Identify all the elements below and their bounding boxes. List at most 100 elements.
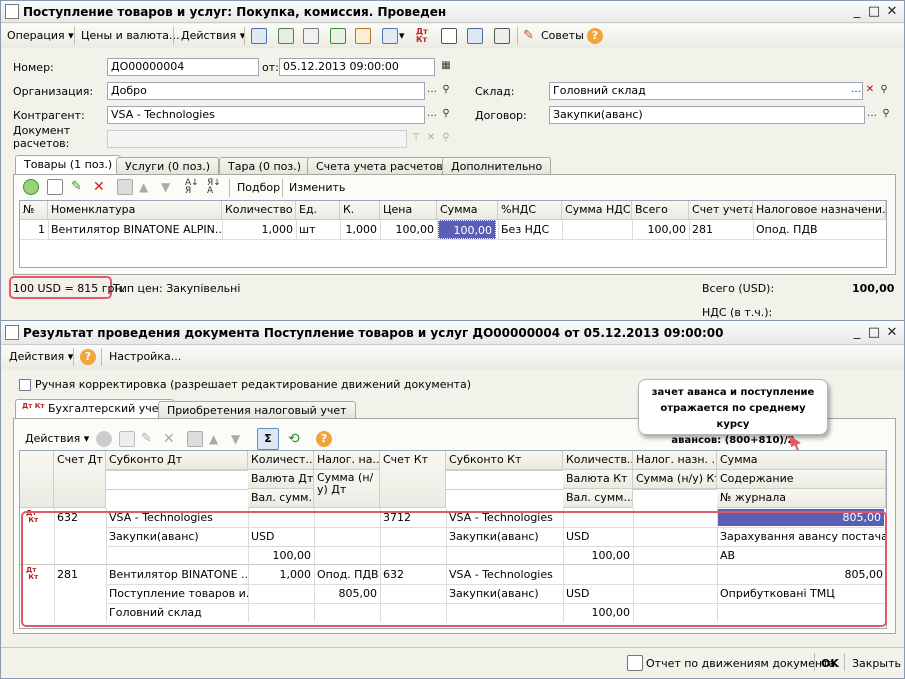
copy-icon[interactable] bbox=[303, 28, 319, 44]
col-header-coef[interactable]: К. bbox=[340, 201, 380, 220]
col-header-total[interactable]: Всего bbox=[632, 201, 689, 220]
header-sub-dt[interactable]: Субконто Дт bbox=[106, 451, 248, 470]
help3-icon[interactable]: ? bbox=[316, 431, 332, 447]
grid-actions-menu[interactable]: Действия ▾ bbox=[25, 432, 89, 445]
contract-field[interactable]: Закупки(аванс) bbox=[549, 106, 865, 124]
move-up2-icon[interactable]: ▲ bbox=[209, 431, 225, 447]
maximize-icon[interactable]: □ bbox=[866, 5, 882, 19]
row-tax-purpose[interactable]: Опод. ПДВ bbox=[753, 220, 886, 239]
header-cur-sum-kt[interactable]: Вал. сумм... bbox=[563, 489, 633, 508]
minimize-icon[interactable]: _ bbox=[849, 5, 865, 19]
col-header-tax-purpose[interactable]: Налоговое назначени... bbox=[753, 201, 886, 220]
structure-icon[interactable] bbox=[278, 28, 294, 44]
header-acc-kt[interactable]: Счет Кт bbox=[380, 451, 446, 508]
contract-select-button[interactable]: … bbox=[865, 107, 879, 123]
row-vat-rate[interactable]: Без НДС bbox=[498, 220, 562, 239]
col-header-quantity[interactable]: Количество bbox=[222, 201, 296, 220]
row-unit[interactable]: шт bbox=[296, 220, 340, 239]
sum-icon[interactable]: Σ bbox=[257, 428, 279, 450]
tab-containers[interactable]: Тара (0 поз.) bbox=[219, 157, 311, 175]
calendar-icon[interactable]: ▦ bbox=[439, 59, 453, 75]
manual-checkbox[interactable] bbox=[19, 379, 31, 391]
header-content[interactable]: Содержание bbox=[717, 470, 886, 489]
actions-menu[interactable]: Действия ▾ bbox=[181, 29, 245, 42]
edit-icon[interactable]: ✎ bbox=[71, 179, 87, 195]
row-total[interactable]: 100,00 bbox=[632, 220, 689, 239]
copy2-icon[interactable] bbox=[119, 431, 135, 447]
journal-icon[interactable] bbox=[441, 28, 457, 44]
currency-rate[interactable]: 100 USD = 815 грн. bbox=[13, 282, 125, 295]
number-field[interactable]: ДО00000004 bbox=[107, 58, 259, 76]
col-header-no[interactable]: № bbox=[20, 201, 48, 220]
header-tax-sum-dt[interactable]: Сумма (н/у) Дт bbox=[314, 470, 380, 508]
dt-kt-icon[interactable]: Дт Кт bbox=[416, 28, 432, 44]
contract-search-icon[interactable]: ⚲ bbox=[879, 107, 893, 123]
print-icon[interactable] bbox=[382, 28, 398, 44]
minimize2-icon[interactable]: _ bbox=[849, 326, 865, 340]
tab-accounting[interactable]: Дт Кт Бухгалтерский учет bbox=[15, 399, 174, 419]
contractor-field[interactable]: VSA - Technologies bbox=[107, 106, 425, 124]
table-row[interactable]: 1 Вентилятор BINATONE ALPIN... 1,000 шт … bbox=[20, 220, 886, 240]
row-vat-sum[interactable] bbox=[562, 220, 632, 239]
settlement-clear-icon[interactable]: ✕ bbox=[424, 131, 438, 147]
col-header-sum[interactable]: Сумма bbox=[437, 201, 498, 220]
list-icon[interactable] bbox=[494, 28, 510, 44]
contractor-search-icon[interactable]: ⚲ bbox=[439, 107, 453, 123]
header-qty-kt[interactable]: Количеств... bbox=[563, 451, 633, 470]
header-sub-kt[interactable]: Субконто Кт bbox=[446, 451, 563, 470]
close-button[interactable]: Закрыть bbox=[852, 657, 901, 670]
add2-icon[interactable] bbox=[96, 431, 112, 447]
end-edit-icon[interactable] bbox=[117, 179, 133, 195]
sort-asc-icon[interactable]: A↓ Я bbox=[185, 179, 201, 196]
header-currency-kt[interactable]: Валюта Кт bbox=[563, 470, 633, 489]
header-cur-sum-dt[interactable]: Вал. сумм... bbox=[248, 489, 314, 508]
tab-goods[interactable]: Товары (1 поз.) bbox=[15, 155, 122, 175]
header-tax-kt[interactable]: Налог. назн. ... bbox=[633, 451, 717, 470]
post-icon[interactable] bbox=[251, 28, 267, 44]
tab-tax-accounting[interactable]: Приобретения налоговый учет bbox=[158, 401, 356, 419]
based-on-icon[interactable] bbox=[330, 28, 346, 44]
delete2-icon[interactable]: ✕ bbox=[163, 431, 179, 447]
report-icon[interactable] bbox=[627, 655, 643, 671]
move-up-icon[interactable]: ▲ bbox=[139, 179, 155, 195]
header-tax-sum-kt[interactable]: Сумма (н/у) Кт bbox=[633, 470, 717, 489]
row-nomenclature[interactable]: Вентилятор BINATONE ALPIN... bbox=[48, 220, 222, 239]
header-sum[interactable]: Сумма bbox=[717, 451, 886, 470]
org-field[interactable]: Добро bbox=[107, 82, 425, 100]
tab-settlement-accounts[interactable]: Счета учета расчетов bbox=[307, 157, 452, 175]
col-header-vat-rate[interactable]: %НДС bbox=[498, 201, 562, 220]
row-price[interactable]: 100,00 bbox=[380, 220, 437, 239]
maximize2-icon[interactable]: □ bbox=[866, 326, 882, 340]
add-icon[interactable] bbox=[23, 179, 39, 195]
tab-additional[interactable]: Дополнительно bbox=[442, 157, 552, 175]
delete-icon[interactable]: ✕ bbox=[93, 179, 109, 195]
tab-services[interactable]: Услуги (0 поз.) bbox=[116, 157, 220, 175]
org-select-button[interactable]: … bbox=[425, 83, 439, 99]
settlement-filter-icon[interactable]: ⊤ bbox=[409, 131, 423, 147]
close2-icon[interactable]: ✕ bbox=[884, 326, 900, 340]
warehouse-clear-icon[interactable]: ✕ bbox=[863, 83, 877, 99]
prices-currency-button[interactable]: Цены и валюта... bbox=[81, 29, 179, 42]
header-journal[interactable]: № журнала bbox=[717, 489, 886, 508]
header-currency-dt[interactable]: Валюта Дт bbox=[248, 470, 314, 489]
operation-menu[interactable]: Операция ▾ bbox=[7, 29, 74, 42]
settlement-search-icon[interactable]: ⚲ bbox=[439, 131, 453, 147]
refresh-icon[interactable] bbox=[355, 28, 371, 44]
actions2-menu[interactable]: Действия ▾ bbox=[9, 350, 73, 363]
col-header-account[interactable]: Счет учета bbox=[689, 201, 753, 220]
refresh2-icon[interactable]: ⟲ bbox=[288, 431, 304, 447]
report-button[interactable]: Отчет по движениям документа bbox=[646, 657, 835, 670]
org-search-icon[interactable]: ⚲ bbox=[439, 83, 453, 99]
header-qty-dt[interactable]: Количест... bbox=[248, 451, 314, 470]
col-header-price[interactable]: Цена bbox=[380, 201, 437, 220]
help-icon[interactable]: ? bbox=[587, 28, 603, 44]
tree-icon[interactable] bbox=[467, 28, 483, 44]
date-field[interactable]: 05.12.2013 09:00:00 bbox=[279, 58, 435, 76]
warehouse-select-button[interactable]: … bbox=[849, 83, 863, 99]
change-button[interactable]: Изменить bbox=[289, 181, 345, 194]
header-acc-dt[interactable]: Счет Дт bbox=[54, 451, 106, 508]
advice-icon[interactable]: ✎ bbox=[523, 28, 539, 44]
price-type[interactable]: Тип цен: Закупівельні bbox=[113, 282, 240, 295]
select-button[interactable]: Подбор bbox=[237, 181, 280, 194]
col-header-nomenclature[interactable]: Номенклатура bbox=[48, 201, 222, 220]
